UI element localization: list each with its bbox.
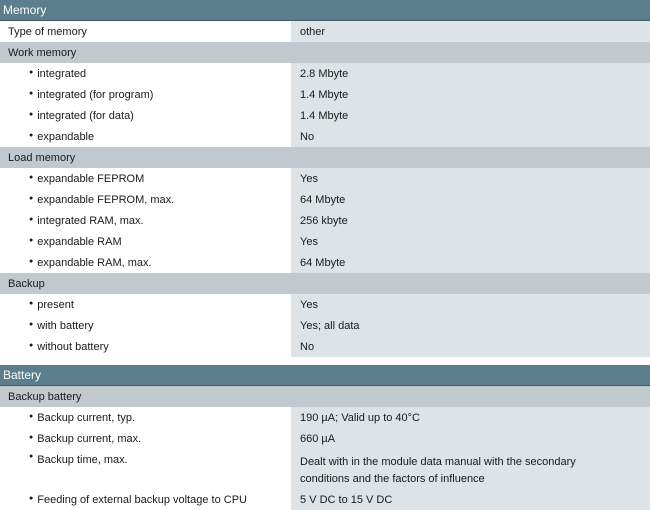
row-label: integrated (for data): [0, 105, 291, 126]
work-memory-group: Work memory: [0, 42, 650, 63]
row-value: Dealt with in the module data manual wit…: [291, 449, 650, 489]
table-row: expandable FEPROM, max. 64 Mbyte: [0, 189, 650, 210]
table-row: integrated 2.8 Mbyte: [0, 63, 650, 84]
row-label: integrated RAM, max.: [0, 210, 291, 231]
table-row: integrated (for data) 1.4 Mbyte: [0, 105, 650, 126]
row-label: Backup time, max.: [0, 449, 291, 489]
row-label: expandable: [0, 126, 291, 147]
row-label: integrated: [0, 63, 291, 84]
row-value: 660 µA: [291, 428, 650, 449]
row-label: Backup current, typ.: [0, 407, 291, 428]
table-row: integrated (for program) 1.4 Mbyte: [0, 84, 650, 105]
table-row: expandable FEPROM Yes: [0, 168, 650, 189]
row-label: expandable FEPROM: [0, 168, 291, 189]
row-value: 190 µA; Valid up to 40°C: [291, 407, 650, 428]
row-value: 64 Mbyte: [291, 252, 650, 273]
load-memory-group: Load memory: [0, 147, 650, 168]
row-label: present: [0, 294, 291, 315]
row-label: Backup current, max.: [0, 428, 291, 449]
row-value: Yes: [291, 168, 650, 189]
table-row: expandable No: [0, 126, 650, 147]
row-label: without battery: [0, 336, 291, 357]
table-row: expandable RAM Yes: [0, 231, 650, 252]
table-row: Backup current, max. 660 µA: [0, 428, 650, 449]
row-value: Yes: [291, 294, 650, 315]
table-row: Backup time, max. Dealt with in the modu…: [0, 449, 650, 489]
row-value: 64 Mbyte: [291, 189, 650, 210]
section-gap: [0, 357, 650, 365]
backup-battery-group: Backup battery: [0, 386, 650, 407]
memory-header: Memory: [0, 0, 650, 21]
row-value: No: [291, 126, 650, 147]
row-value: 1.4 Mbyte: [291, 84, 650, 105]
row-value: 1.4 Mbyte: [291, 105, 650, 126]
row-value: 2.8 Mbyte: [291, 63, 650, 84]
row-value: 256 kbyte: [291, 210, 650, 231]
row-label: Type of memory: [0, 21, 291, 42]
table-row: integrated RAM, max. 256 kbyte: [0, 210, 650, 231]
row-value: other: [291, 21, 650, 42]
row-label: integrated (for program): [0, 84, 291, 105]
row-label: expandable FEPROM, max.: [0, 189, 291, 210]
table-row: without battery No: [0, 336, 650, 357]
row-label: expandable RAM: [0, 231, 291, 252]
row-value: 5 V DC to 15 V DC: [291, 489, 650, 510]
table-row: Backup current, typ. 190 µA; Valid up to…: [0, 407, 650, 428]
table-row: present Yes: [0, 294, 650, 315]
backup-group: Backup: [0, 273, 650, 294]
table-row: with battery Yes; all data: [0, 315, 650, 336]
row-value: Yes: [291, 231, 650, 252]
row-label: expandable RAM, max.: [0, 252, 291, 273]
table-row: expandable RAM, max. 64 Mbyte: [0, 252, 650, 273]
row-label: Feeding of external backup voltage to CP…: [0, 489, 291, 510]
battery-header: Battery: [0, 365, 650, 386]
row-value: No: [291, 336, 650, 357]
table-row: Feeding of external backup voltage to CP…: [0, 489, 650, 510]
row-value: Yes; all data: [291, 315, 650, 336]
memory-section: Memory Type of memory other Work memory …: [0, 0, 650, 357]
type-of-memory-row: Type of memory other: [0, 21, 650, 42]
row-label: with battery: [0, 315, 291, 336]
battery-section: Battery Backup battery Backup current, t…: [0, 365, 650, 510]
